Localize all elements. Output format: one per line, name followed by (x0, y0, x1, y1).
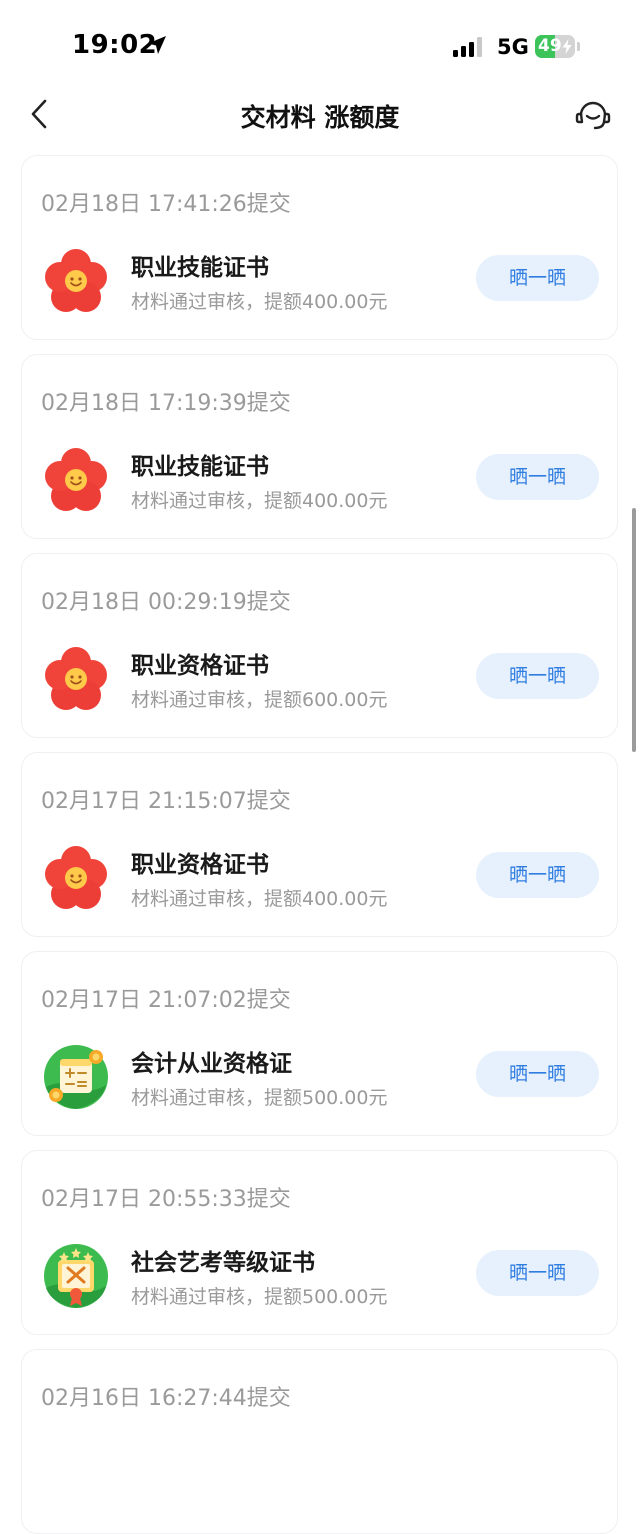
status-time: 19:02 (72, 30, 158, 60)
record-title: 职业资格证书 (131, 653, 269, 679)
share-button[interactable]: 晒一晒 (476, 1250, 599, 1296)
accounting-certificate-icon (44, 1045, 108, 1109)
record-card: 02月18日 17:19:39提交 职业技能证书 材料通过审核，提额400.00… (21, 354, 618, 539)
record-title: 职业资格证书 (131, 852, 269, 878)
nav-bar: 交材料 涨额度 (0, 90, 640, 140)
record-description: 材料通过审核，提额400.00元 (131, 888, 388, 910)
record-title: 职业技能证书 (131, 454, 269, 480)
battery-cap (577, 42, 580, 51)
record-title: 会计从业资格证 (131, 1051, 292, 1077)
location-arrow-icon (148, 36, 166, 54)
share-button[interactable]: 晒一晒 (476, 1051, 599, 1097)
record-description: 材料通过审核，提额400.00元 (131, 490, 388, 512)
headset-icon (575, 101, 611, 130)
cellular-signal-icon (453, 37, 482, 57)
battery-level: 49 (538, 36, 562, 56)
share-button[interactable]: 晒一晒 (476, 255, 599, 301)
share-button[interactable]: 晒一晒 (476, 653, 599, 699)
record-description: 材料通过审核，提额500.00元 (131, 1087, 388, 1109)
record-description: 材料通过审核，提额400.00元 (131, 291, 388, 313)
flower-icon (45, 249, 107, 312)
flower-icon (45, 448, 107, 511)
record-title: 社会艺考等级证书 (131, 1250, 315, 1276)
status-bar: 19:02 5G 49 (0, 0, 640, 90)
page-title: 交材料 涨额度 (240, 103, 400, 132)
record-submit-time: 02月18日 17:19:39提交 (41, 391, 291, 416)
network-type: 5G (497, 35, 529, 59)
record-submit-time: 02月17日 20:55:33提交 (41, 1187, 291, 1212)
share-button[interactable]: 晒一晒 (476, 852, 599, 898)
record-card: 02月18日 17:41:26提交 职业技能证书 材料通过审核，提额400.00… (21, 155, 618, 340)
record-submit-time: 02月17日 21:15:07提交 (41, 789, 291, 814)
record-submit-time: 02月18日 17:41:26提交 (41, 192, 291, 217)
record-title: 职业技能证书 (131, 255, 269, 281)
customer-service-button[interactable] (573, 95, 613, 135)
flower-icon (45, 647, 107, 710)
record-card: 02月17日 20:55:33提交 社会艺考等级证书 材料通过审核，提额500.… (21, 1150, 618, 1335)
record-submit-time: 02月16日 16:27:44提交 (41, 1386, 291, 1411)
flower-icon (45, 846, 107, 909)
record-description: 材料通过审核，提额600.00元 (131, 689, 388, 711)
record-submit-time: 02月17日 21:07:02提交 (41, 988, 291, 1013)
share-button[interactable]: 晒一晒 (476, 454, 599, 500)
scrollbar[interactable] (632, 508, 636, 752)
record-card: 02月18日 00:29:19提交 职业资格证书 材料通过审核，提额600.00… (21, 553, 618, 738)
record-card: 02月17日 21:15:07提交 职业资格证书 材料通过审核，提额400.00… (21, 752, 618, 937)
battery-indicator: 49 (535, 35, 575, 58)
record-submit-time: 02月18日 00:29:19提交 (41, 590, 291, 615)
record-card: 02月16日 16:27:44提交 (21, 1349, 618, 1534)
record-card: 02月17日 21:07:02提交 会计从业资格证 材料通过审核，提额500.0… (21, 951, 618, 1136)
art-exam-certificate-icon (44, 1244, 108, 1308)
record-description: 材料通过审核，提额500.00元 (131, 1286, 388, 1308)
charging-bolt-icon (562, 39, 572, 54)
